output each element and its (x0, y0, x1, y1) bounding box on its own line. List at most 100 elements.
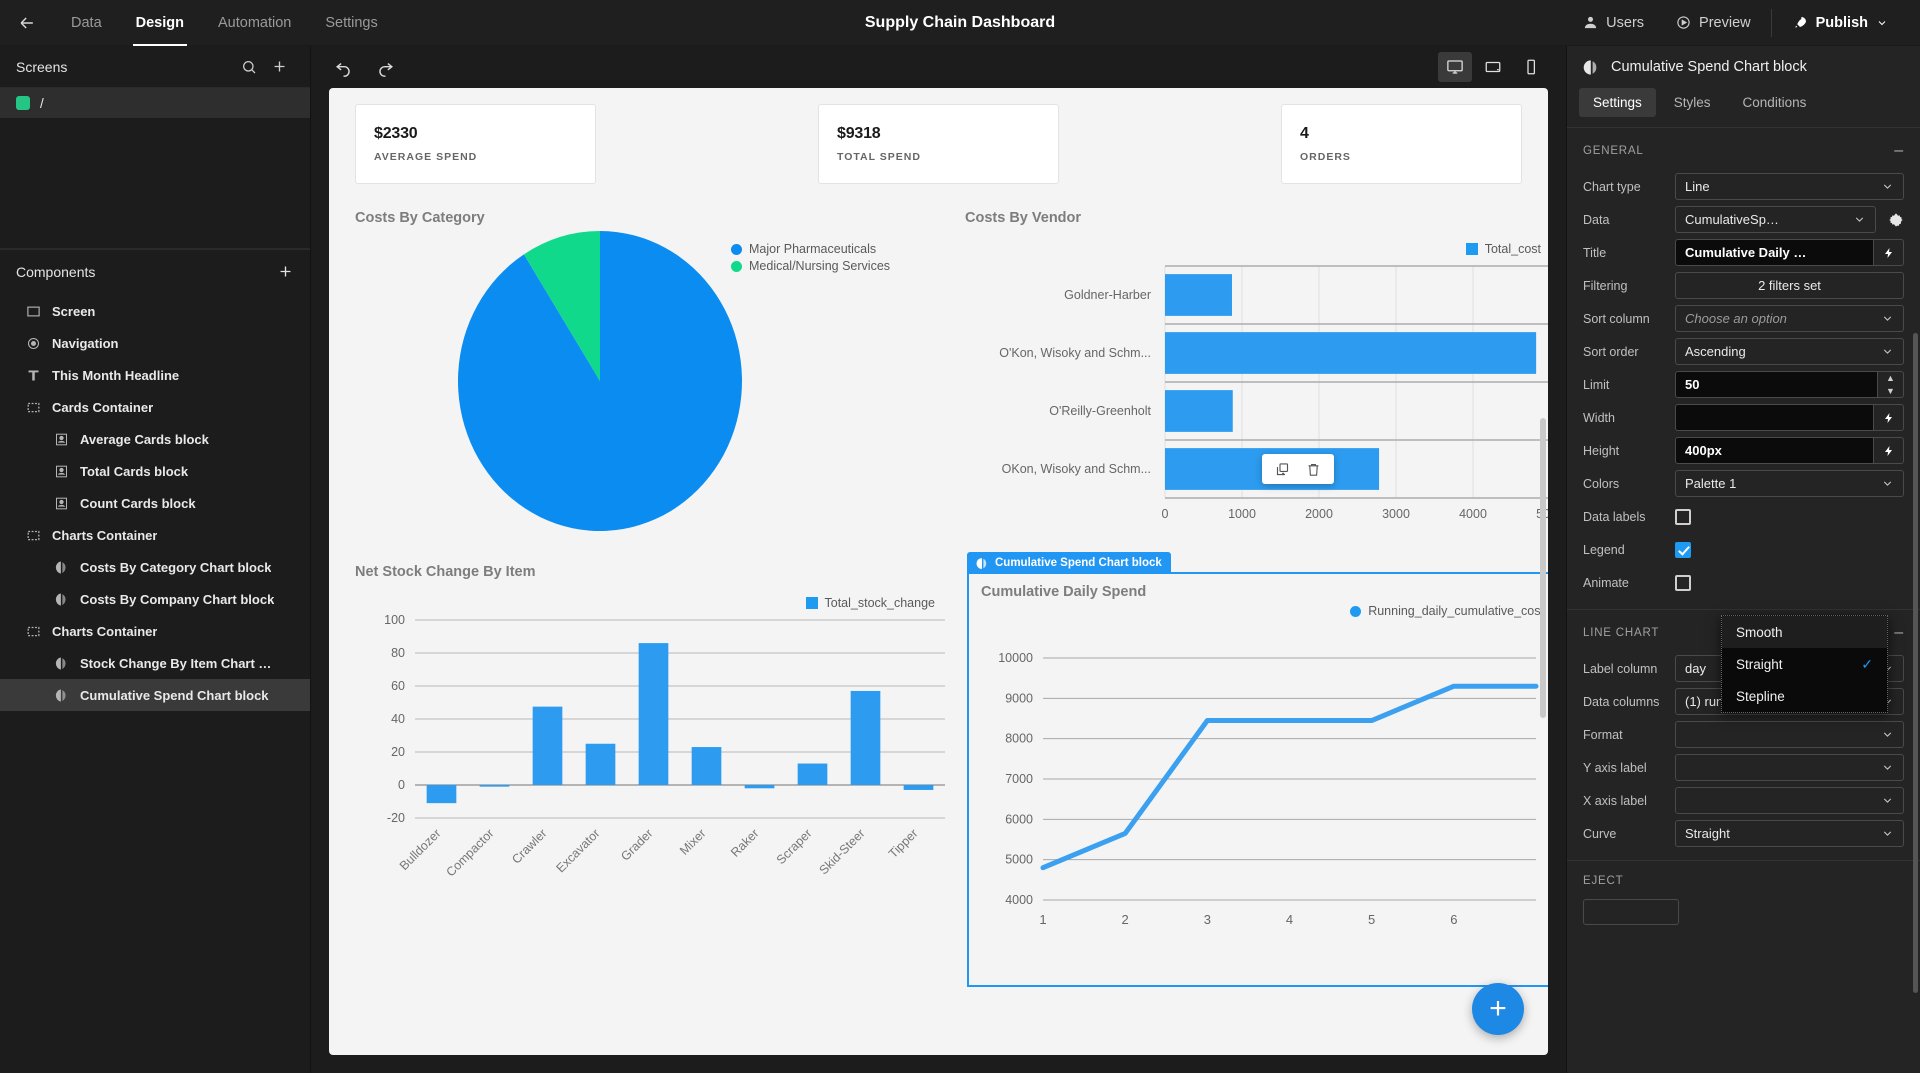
checkbox-data-labels[interactable] (1675, 508, 1691, 525)
legend-item[interactable]: Medical/Nursing Services (731, 259, 890, 273)
legend-label: Total_stock_change (824, 596, 936, 610)
trash-icon[interactable] (1306, 462, 1321, 477)
tab-settings[interactable]: Settings (308, 0, 394, 46)
tree-item-total-cards-block[interactable]: Total Cards block (0, 455, 310, 487)
net-stock-change-chart[interactable]: Net Stock Change By Item Total_stock_cha… (355, 564, 965, 910)
dropdown-option-straight[interactable]: Straight ✓ (1722, 648, 1887, 680)
add-component-icon[interactable] (277, 263, 294, 280)
device-desktop-button[interactable] (1438, 52, 1472, 82)
total-spend-card[interactable]: $9318 TOTAL SPEND (818, 104, 1059, 184)
legend-item[interactable]: Total_cost (1465, 242, 1541, 256)
svg-text:Scraper: Scraper (774, 826, 815, 867)
svg-text:3000: 3000 (1382, 507, 1410, 521)
legend-item[interactable]: Major Pharmaceuticals (731, 242, 876, 256)
tree-item-charts-container[interactable]: Charts Container (0, 615, 310, 647)
select-format[interactable] (1675, 721, 1904, 748)
average-spend-card[interactable]: $2330 AVERAGE SPEND (355, 104, 596, 184)
select-y-axis-label[interactable] (1675, 754, 1904, 781)
checkbox-legend[interactable] (1675, 541, 1691, 558)
property-control: Straight (1675, 820, 1904, 847)
eject-button[interactable] (1583, 899, 1679, 925)
tree-item-costs-by-category-chart-block[interactable]: Costs By Category Chart block (0, 551, 310, 583)
duplicate-icon[interactable] (1275, 462, 1290, 477)
chart-title: Costs By Category (355, 210, 485, 226)
tree-item-cumulative-spend-chart-block[interactable]: Cumulative Spend Chart block (0, 679, 310, 711)
add-component-fab[interactable]: + (1472, 983, 1524, 1035)
tab-conditions[interactable]: Conditions (1729, 88, 1821, 117)
checkbox-animate[interactable] (1675, 574, 1691, 591)
binding-bolt-icon[interactable] (1874, 437, 1904, 464)
undo-icon[interactable] (329, 53, 357, 81)
screen-item-label: / (40, 95, 44, 111)
components-header: Components (0, 249, 310, 293)
stepper-up-icon[interactable]: ▲ (1878, 372, 1903, 385)
select-colors[interactable]: Palette 1 (1675, 470, 1904, 497)
right-panel-scrollbar[interactable] (1913, 333, 1918, 993)
tree-item-charts-container[interactable]: Charts Container (0, 519, 310, 551)
costs-by-vendor-chart[interactable]: Costs By Vendor Total_cost 0 1000 2000 3000… (965, 210, 1548, 556)
tab-design[interactable]: Design (119, 0, 201, 46)
property-row-legend: Legend (1567, 533, 1920, 566)
tab-settings[interactable]: Settings (1579, 88, 1656, 117)
dropdown-option-smooth[interactable]: Smooth (1722, 616, 1887, 648)
back-button[interactable] (0, 0, 54, 46)
legend-item[interactable]: Running_daily_cumulative_cost (1350, 604, 1544, 618)
tree-item-this-month-headline[interactable]: This Month Headline (0, 359, 310, 391)
gear-icon[interactable] (1876, 206, 1904, 233)
dropdown-option-stepline[interactable]: Stepline (1722, 680, 1887, 712)
tree-item-average-cards-block[interactable]: Average Cards block (0, 423, 310, 455)
tree-item-count-cards-block[interactable]: Count Cards block (0, 487, 310, 519)
svg-text:O'Reilly-Greenholt: O'Reilly-Greenholt (1049, 404, 1151, 418)
select-sort-order[interactable]: Ascending (1675, 338, 1904, 365)
tree-item-navigation[interactable]: Navigation (0, 327, 310, 359)
collapse-icon[interactable]: – (1894, 624, 1904, 642)
canvas-scrollbar[interactable] (1540, 418, 1546, 718)
collapse-icon[interactable]: – (1894, 142, 1904, 160)
selected-block-frame[interactable]: Cumulative Spend Chart block Cumulative … (967, 552, 1548, 987)
format-dropdown-menu[interactable]: Smooth Straight ✓ Stepline (1721, 615, 1888, 713)
tab-styles[interactable]: Styles (1660, 88, 1725, 117)
tree-item-stock-change-by-item-chart[interactable]: Stock Change By Item Chart … (0, 647, 310, 679)
property-row-height: Height 400px (1567, 434, 1920, 467)
property-label: Label column (1583, 661, 1658, 676)
orders-card[interactable]: 4 ORDERS (1281, 104, 1522, 184)
stepper-down-icon[interactable]: ▼ (1878, 385, 1903, 398)
add-screen-icon[interactable] (264, 52, 294, 82)
input-limit[interactable]: 50 (1675, 371, 1878, 398)
preview-button[interactable]: Preview (1660, 0, 1767, 46)
input-height[interactable]: 400px (1675, 437, 1874, 464)
selected-block-tab: Cumulative Spend Chart block (967, 552, 1171, 574)
search-icon[interactable] (234, 52, 264, 82)
property-row-title: Title Cumulative Daily … (1567, 236, 1920, 269)
tree-item-costs-by-company-chart-block[interactable]: Costs By Company Chart block (0, 583, 310, 615)
tab-automation[interactable]: Automation (201, 0, 308, 46)
design-canvas[interactable]: $2330 AVERAGE SPEND $9318 TOTAL SPEND 4 … (329, 88, 1548, 1055)
device-mobile-button[interactable] (1514, 52, 1548, 82)
binding-bolt-icon[interactable] (1874, 239, 1904, 266)
property-control (1675, 574, 1904, 591)
users-button[interactable]: Users (1567, 0, 1660, 46)
select-data[interactable]: CumulativeSp… (1675, 206, 1876, 233)
device-tablet-button[interactable] (1476, 52, 1510, 82)
button-filtering[interactable]: 2 filters set (1675, 272, 1904, 299)
select-sort-column[interactable]: Choose an option (1675, 305, 1904, 332)
select-x-axis-label[interactable] (1675, 787, 1904, 814)
card-label: TOTAL SPEND (837, 151, 921, 163)
publish-button[interactable]: Publish (1776, 0, 1904, 46)
number-stepper[interactable]: ▲ ▼ (1878, 371, 1904, 398)
select-chart-type[interactable]: Line (1675, 173, 1904, 200)
tree-item-screen[interactable]: Screen (0, 295, 310, 327)
costs-by-category-chart[interactable]: Costs By Category Major Pharmaceuticals … (355, 210, 965, 556)
legend-item[interactable]: Total_stock_change (805, 596, 936, 610)
binding-bolt-icon[interactable] (1874, 404, 1904, 431)
card-value: $2330 (374, 125, 418, 142)
tab-data[interactable]: Data (54, 0, 119, 46)
select-curve[interactable]: Straight (1675, 820, 1904, 847)
control-value: CumulativeSp… (1685, 212, 1779, 227)
input-title[interactable]: Cumulative Daily … (1675, 239, 1874, 266)
redo-icon[interactable] (371, 53, 399, 81)
property-row-limit: Limit 50 ▲ ▼ (1567, 368, 1920, 401)
screen-item-root[interactable]: / (0, 88, 310, 118)
tree-item-cards-container[interactable]: Cards Container (0, 391, 310, 423)
input-width[interactable] (1675, 404, 1874, 431)
